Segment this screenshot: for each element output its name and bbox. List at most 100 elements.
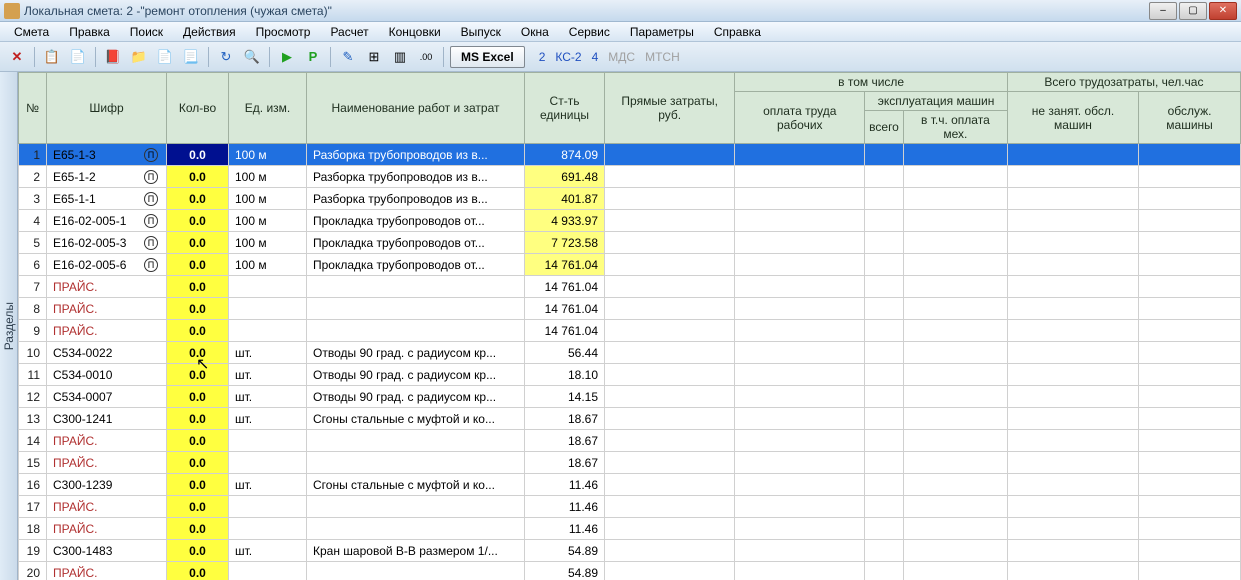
columns-icon[interactable]: ▥ xyxy=(389,46,411,68)
cell[interactable] xyxy=(735,540,865,562)
col-mach-total[interactable]: всего xyxy=(865,111,904,144)
cell[interactable]: 18 xyxy=(19,518,47,540)
cell[interactable]: 0.0 xyxy=(167,298,229,320)
cell[interactable] xyxy=(1139,496,1241,518)
cell[interactable] xyxy=(1007,474,1138,496)
table-row[interactable]: 8ПРАЙС.0.014 761.04 xyxy=(19,298,1241,320)
cell[interactable] xyxy=(735,276,865,298)
cell[interactable] xyxy=(1139,562,1241,580)
cell[interactable] xyxy=(903,144,1007,166)
col-qty[interactable]: Кол-во xyxy=(167,73,229,144)
cell[interactable]: 17 xyxy=(19,496,47,518)
cell[interactable] xyxy=(865,298,904,320)
cell[interactable] xyxy=(1139,298,1241,320)
cell[interactable] xyxy=(865,386,904,408)
cell[interactable]: 15 xyxy=(19,452,47,474)
cell[interactable] xyxy=(229,276,307,298)
cell[interactable] xyxy=(735,320,865,342)
cell[interactable]: шт. xyxy=(229,386,307,408)
cell[interactable] xyxy=(1139,408,1241,430)
cell[interactable]: Отводы 90 град. с радиусом кр... xyxy=(307,364,525,386)
cell[interactable]: 0.0 xyxy=(167,408,229,430)
cell[interactable]: 18.67 xyxy=(525,452,605,474)
edit-icon[interactable]: ✎ xyxy=(337,46,359,68)
cell[interactable] xyxy=(865,232,904,254)
cell[interactable]: 13 xyxy=(19,408,47,430)
maximize-button[interactable]: ▢ xyxy=(1179,2,1207,20)
cell[interactable]: ПРАЙС. xyxy=(47,430,167,452)
cell[interactable]: 100 м xyxy=(229,188,307,210)
cell[interactable]: 100 м xyxy=(229,166,307,188)
cell[interactable] xyxy=(903,430,1007,452)
cell[interactable] xyxy=(903,540,1007,562)
cell[interactable] xyxy=(307,452,525,474)
cell[interactable] xyxy=(605,408,735,430)
cell[interactable]: 14 761.04 xyxy=(525,320,605,342)
menu-просмотр[interactable]: Просмотр xyxy=(248,23,319,41)
cell[interactable]: 6 xyxy=(19,254,47,276)
cell[interactable]: 0.0 xyxy=(167,232,229,254)
cell[interactable] xyxy=(1007,452,1138,474)
play-p-icon[interactable]: P xyxy=(302,46,324,68)
cell[interactable]: 3 xyxy=(19,188,47,210)
cell[interactable] xyxy=(605,562,735,580)
cell[interactable] xyxy=(605,496,735,518)
cell[interactable] xyxy=(903,298,1007,320)
cell[interactable]: 7 723.58 xyxy=(525,232,605,254)
cell[interactable] xyxy=(229,430,307,452)
cell[interactable]: 56.44 xyxy=(525,342,605,364)
cell[interactable]: 0.0 xyxy=(167,144,229,166)
cell[interactable] xyxy=(903,386,1007,408)
cell[interactable]: Кран шаровой В-В размером 1/... xyxy=(307,540,525,562)
cell[interactable] xyxy=(865,320,904,342)
table-icon[interactable]: ⊞ xyxy=(363,46,385,68)
cell[interactable] xyxy=(605,298,735,320)
cell[interactable]: 54.89 xyxy=(525,540,605,562)
toolbar-link-2[interactable]: 2 xyxy=(535,50,550,64)
cell[interactable]: Прокладка трубопроводов от... xyxy=(307,210,525,232)
cell[interactable] xyxy=(605,518,735,540)
cell[interactable]: 11 xyxy=(19,364,47,386)
cell[interactable]: 9 xyxy=(19,320,47,342)
cell[interactable] xyxy=(605,474,735,496)
cell[interactable]: С534-0022 xyxy=(47,342,167,364)
col-code[interactable]: Шифр xyxy=(47,73,167,144)
col-unit[interactable]: Ед. изм. xyxy=(229,73,307,144)
cell[interactable]: шт. xyxy=(229,474,307,496)
cell[interactable]: 18.67 xyxy=(525,430,605,452)
menu-поиск[interactable]: Поиск xyxy=(122,23,171,41)
cell[interactable]: Е16-02-005-3П xyxy=(47,232,167,254)
play-icon[interactable]: ▶ xyxy=(276,46,298,68)
cell[interactable] xyxy=(605,188,735,210)
cell[interactable] xyxy=(1139,188,1241,210)
cell[interactable]: ПРАЙС. xyxy=(47,276,167,298)
cell[interactable]: Сгоны стальные с муфтой и ко... xyxy=(307,474,525,496)
menu-концовки[interactable]: Концовки xyxy=(381,23,449,41)
cell[interactable]: 0.0 xyxy=(167,386,229,408)
table-row[interactable]: 20ПРАЙС.0.054.89 xyxy=(19,562,1241,580)
cell[interactable] xyxy=(1007,518,1138,540)
cell[interactable] xyxy=(1007,188,1138,210)
cell[interactable] xyxy=(735,342,865,364)
col-mach-mech[interactable]: в т.ч. оплата мех. xyxy=(903,111,1007,144)
col-num[interactable]: № xyxy=(19,73,47,144)
paste-icon[interactable]: 📄 xyxy=(67,46,89,68)
cell[interactable]: Прокладка трубопроводов от... xyxy=(307,232,525,254)
cell[interactable]: 0.0 xyxy=(167,166,229,188)
cell[interactable] xyxy=(865,474,904,496)
cell[interactable] xyxy=(735,408,865,430)
cell[interactable] xyxy=(605,430,735,452)
cell[interactable] xyxy=(903,232,1007,254)
cell[interactable] xyxy=(1007,210,1138,232)
cell[interactable] xyxy=(229,298,307,320)
cell[interactable] xyxy=(865,562,904,580)
cell[interactable]: 0.0 xyxy=(167,430,229,452)
cell[interactable]: ПРАЙС. xyxy=(47,452,167,474)
cell[interactable]: 100 м xyxy=(229,232,307,254)
cell[interactable] xyxy=(1139,518,1241,540)
cell[interactable] xyxy=(1139,386,1241,408)
cell[interactable] xyxy=(735,364,865,386)
cell[interactable]: Разборка трубопроводов из в... xyxy=(307,188,525,210)
cell[interactable] xyxy=(1007,144,1138,166)
cell[interactable]: ПРАЙС. xyxy=(47,496,167,518)
